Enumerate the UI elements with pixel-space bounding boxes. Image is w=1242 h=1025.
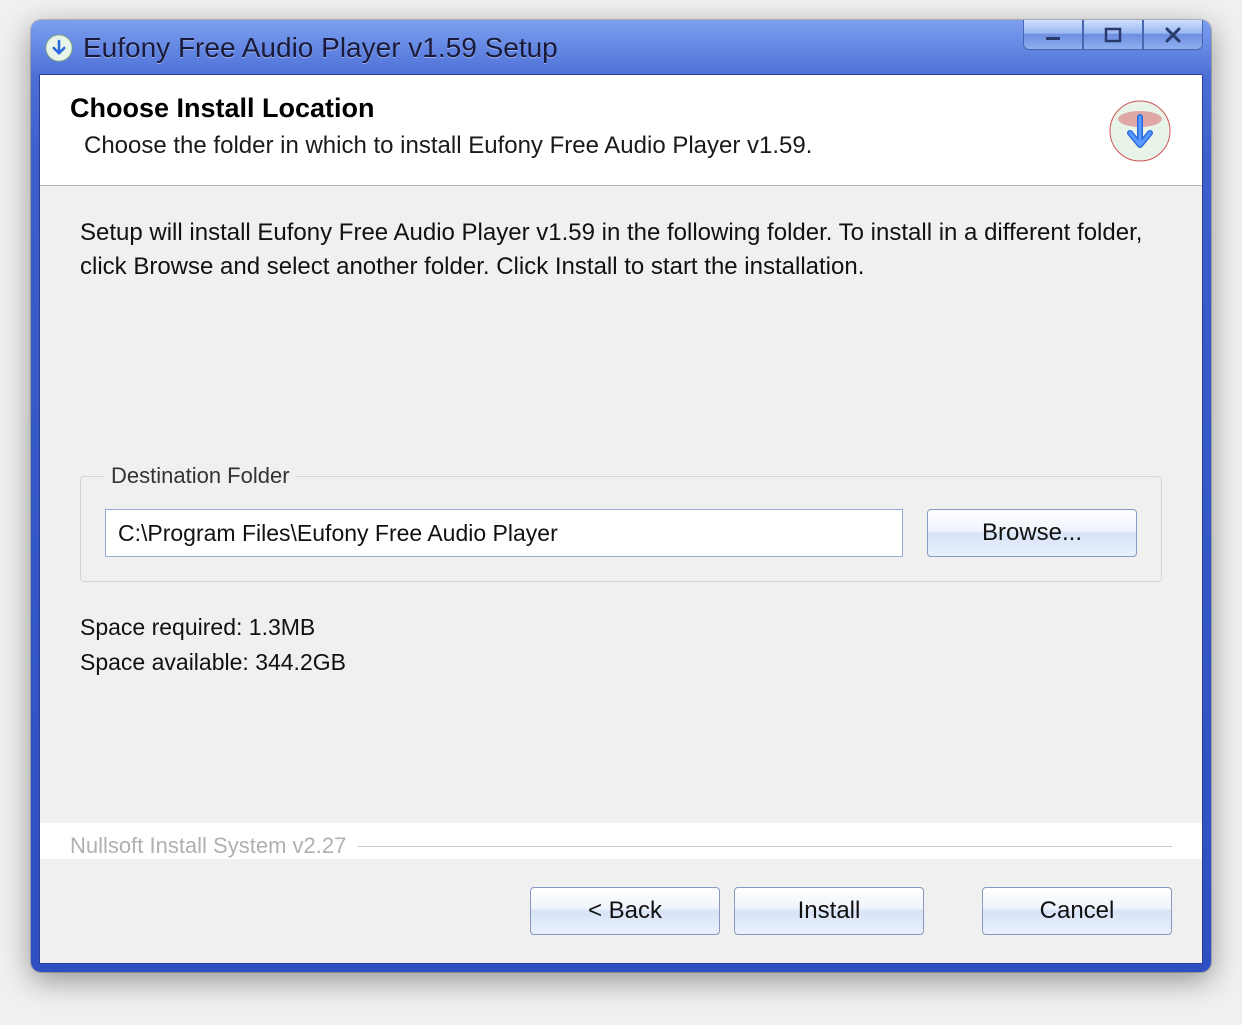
titlebar[interactable]: Eufony Free Audio Player v1.59 Setup [39, 28, 1203, 74]
window-controls [1023, 20, 1203, 50]
page-header: Choose Install Location Choose the folde… [40, 75, 1202, 186]
space-available: Space available: 344.2GB [80, 645, 1162, 680]
install-button[interactable]: Install [734, 887, 924, 935]
installer-logo-icon [1108, 99, 1172, 163]
minimize-button[interactable] [1023, 20, 1083, 50]
maximize-button[interactable] [1083, 20, 1143, 50]
installer-window: Eufony Free Audio Player v1.59 Setup Cho… [31, 20, 1211, 972]
browse-button[interactable]: Browse... [927, 509, 1137, 557]
nsis-brand: Nullsoft Install System v2.27 [70, 833, 358, 859]
page-subtitle: Choose the folder in which to install Eu… [70, 132, 1088, 160]
divider [358, 846, 1172, 847]
cancel-button[interactable]: Cancel [982, 887, 1172, 935]
back-button[interactable]: < Back [530, 887, 720, 935]
footer-buttons: < Back Install Cancel [40, 859, 1202, 963]
destination-path-input[interactable] [105, 509, 903, 557]
destination-folder-legend: Destination Folder [105, 463, 296, 489]
close-button[interactable] [1143, 20, 1203, 50]
client-area: Choose Install Location Choose the folde… [39, 74, 1203, 964]
space-required: Space required: 1.3MB [80, 610, 1162, 645]
page-title: Choose Install Location [70, 93, 1088, 124]
footer-separator: Nullsoft Install System v2.27 [40, 833, 1202, 859]
destination-folder-group: Destination Folder Browse... [80, 463, 1162, 582]
space-info: Space required: 1.3MB Space available: 3… [80, 610, 1162, 679]
page-body: Setup will install Eufony Free Audio Pla… [40, 186, 1202, 823]
install-description: Setup will install Eufony Free Audio Pla… [80, 216, 1162, 283]
app-icon [45, 34, 73, 62]
